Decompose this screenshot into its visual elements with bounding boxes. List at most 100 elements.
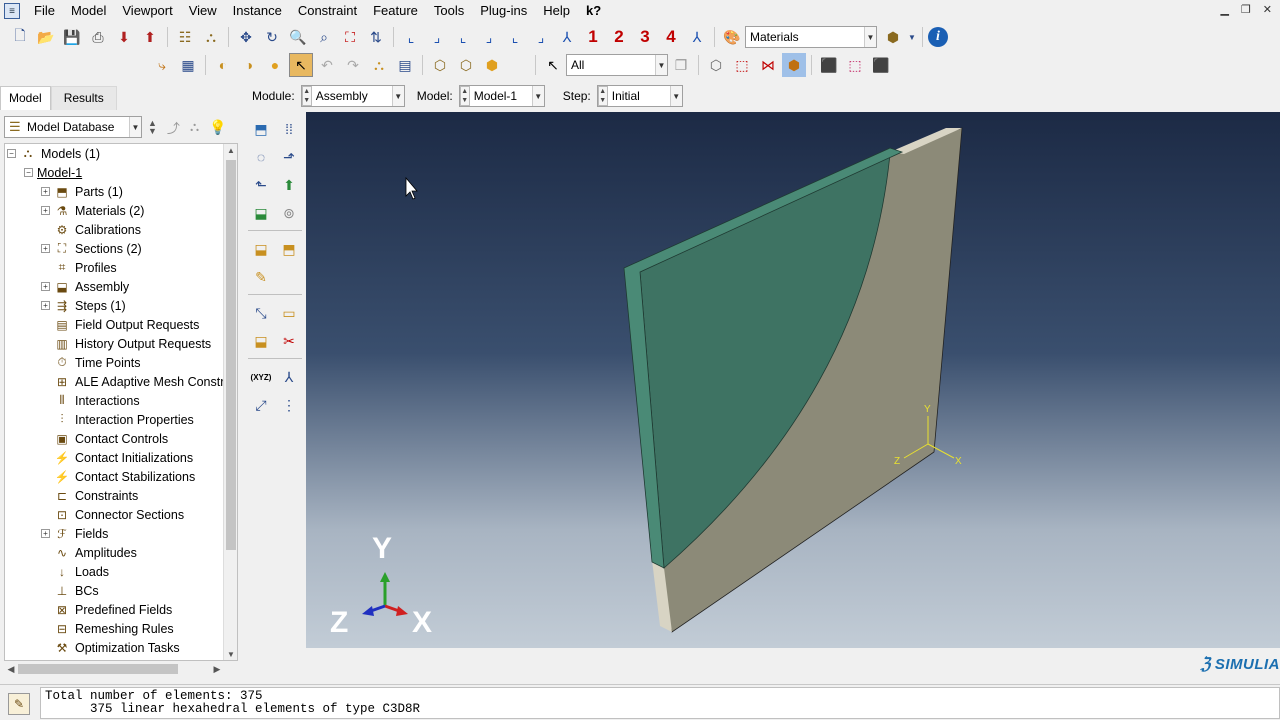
boolean-icon[interactable]: ⊚ xyxy=(276,200,302,226)
model-spinner-icon[interactable]: ▲ ▼ xyxy=(459,86,470,106)
drag-select-icon[interactable]: ⬚ xyxy=(730,53,754,77)
menu-plugins[interactable]: Plug-ins xyxy=(472,0,535,22)
tree-item[interactable]: ⌗ Profiles xyxy=(41,258,117,277)
select-chain-icon[interactable]: ⋈ xyxy=(756,53,780,77)
translate-to-icon[interactable]: ⬆ xyxy=(276,172,302,198)
datum-axis-icon[interactable]: ⤢ xyxy=(248,392,274,418)
tree-item[interactable]: ↓ Loads xyxy=(41,562,109,581)
tree-item[interactable]: ⚡ Contact Stabilizations xyxy=(41,467,196,486)
select-part-icon[interactable]: ⬢ xyxy=(782,53,806,77)
tree-root[interactable]: − ⛬ Models (1) xyxy=(7,144,100,163)
expand-icon[interactable]: + xyxy=(41,301,50,310)
tree-item[interactable]: + ⚗ Materials (2) xyxy=(41,201,144,220)
tree-item[interactable]: ⚡ Contact Initializations xyxy=(41,448,194,467)
display-all-icon[interactable]: ● xyxy=(263,53,287,77)
display-group-replace-icon[interactable]: ◑ xyxy=(237,53,261,77)
chevron-down-icon[interactable]: ▼ xyxy=(669,86,682,106)
expand-icon[interactable]: + xyxy=(41,187,50,196)
menu-constraint[interactable]: Constraint xyxy=(290,0,365,22)
tree-item[interactable]: ⊏ Constraints xyxy=(41,486,138,505)
user-view-3-button[interactable]: 3 xyxy=(633,25,657,49)
merge-cut-icon[interactable]: ⬓ xyxy=(248,200,274,226)
view-yx-icon[interactable]: ⌟ xyxy=(425,25,449,49)
collapse-icon[interactable]: − xyxy=(24,168,33,177)
mesh-cube-icon[interactable]: ⬛ xyxy=(817,53,841,77)
view-yz-icon[interactable]: ⌞ xyxy=(451,25,475,49)
display-group-icon[interactable]: ◐ xyxy=(211,53,235,77)
fit-view-icon[interactable]: ⛶ xyxy=(338,25,362,49)
export-icon[interactable]: ⬆ xyxy=(138,25,162,49)
wireframe-icon[interactable]: ⬡ xyxy=(428,53,452,77)
tab-model[interactable]: Model xyxy=(0,86,51,110)
tree-vertical-scrollbar[interactable]: ▲ ▼ xyxy=(223,144,237,660)
datum-point-icon[interactable]: ⤡ xyxy=(248,300,274,326)
tree-item[interactable]: + ⛶ Sections (2) xyxy=(41,239,142,258)
tree-item[interactable]: + ⬓ Assembly xyxy=(41,277,129,296)
user-view-2-button[interactable]: 2 xyxy=(607,25,631,49)
tree-item[interactable]: ⊡ Connector Sections xyxy=(41,505,184,524)
tree-filter-icon[interactable]: ⛬ xyxy=(367,53,391,77)
create-instance-icon[interactable]: ⬒ xyxy=(248,116,274,142)
user-view-4-button[interactable]: 4 xyxy=(659,25,683,49)
query-icon[interactable]: ⤷ xyxy=(150,53,174,77)
import-icon[interactable]: ⬇ xyxy=(112,25,136,49)
user-view-1-button[interactable]: 1 xyxy=(581,25,605,49)
print-icon[interactable]: ⎙ xyxy=(86,25,110,49)
tree-item[interactable]: + ⇶ Steps (1) xyxy=(41,296,126,315)
tree-item[interactable]: ⫶ Interaction Properties xyxy=(41,410,193,429)
chevron-down-icon[interactable]: ▼ xyxy=(531,86,544,106)
restore-icon[interactable]: ❐ xyxy=(1241,3,1251,16)
tree-list-icon[interactable]: ☷ xyxy=(173,25,197,49)
scroll-thumb[interactable] xyxy=(18,664,178,674)
tree-horizontal-scrollbar[interactable]: ◀ ▶ xyxy=(4,662,224,676)
new-file-icon[interactable]: 🗋 xyxy=(8,25,32,49)
pan-icon[interactable]: ✥ xyxy=(234,25,258,49)
menu-model[interactable]: Model xyxy=(63,0,114,22)
tree-item[interactable]: ▥ History Output Requests xyxy=(41,334,211,353)
view-iso-icon[interactable]: ⅄ xyxy=(555,25,579,49)
menu-viewport[interactable]: Viewport xyxy=(114,0,180,22)
expand-icon[interactable]: + xyxy=(41,244,50,253)
sort-updown-icon[interactable]: ▲ ▼ xyxy=(148,119,157,136)
info-icon[interactable]: i xyxy=(928,27,948,47)
close-icon[interactable]: ✕ xyxy=(1263,3,1272,16)
scroll-left-icon[interactable]: ◀ xyxy=(4,662,18,676)
view-zx-icon[interactable]: ⌞ xyxy=(503,25,527,49)
module-spinner-icon[interactable]: ▲ ▼ xyxy=(301,86,312,106)
datum-csys-rect-icon[interactable]: ⋮ xyxy=(276,392,302,418)
datum-csys-icon[interactable]: ⅄ xyxy=(276,364,302,390)
rotate-icon[interactable]: ↻ xyxy=(260,25,284,49)
app-menu-icon[interactable]: ≡ xyxy=(4,3,20,19)
color-mapping-icon[interactable]: ⬢ xyxy=(881,25,905,49)
step-combo[interactable]: ▲ ▼ Initial ▼ xyxy=(596,85,683,107)
selection-arrow-icon[interactable]: ↖ xyxy=(541,53,565,77)
chevron-down-icon[interactable]: ▼ xyxy=(129,117,141,137)
tree-item[interactable]: ⚒ Optimization Tasks xyxy=(41,638,180,657)
tree-item[interactable]: ⊠ Predefined Fields xyxy=(41,600,172,619)
cycle-view-icon[interactable]: ⇅ xyxy=(364,25,388,49)
chevron-down-icon[interactable]: ▼ xyxy=(391,86,404,106)
redo-icon[interactable]: ↷ xyxy=(341,53,365,77)
view-options-icon[interactable]: ⅄ xyxy=(685,25,709,49)
select-through-icon[interactable]: ⬡ xyxy=(704,53,728,77)
scroll-down-icon[interactable]: ▼ xyxy=(224,648,237,660)
expand-icon[interactable]: + xyxy=(41,529,50,538)
tree-item[interactable]: ⊟ Remeshing Rules xyxy=(41,619,174,638)
view-zy-icon[interactable]: ⌟ xyxy=(477,25,501,49)
chevron-down-icon[interactable]: ▼ xyxy=(655,55,667,75)
database-combo[interactable]: ☰ Model Database ▼ xyxy=(4,116,142,138)
context-help-icon[interactable]: k? xyxy=(578,0,609,22)
module-combo[interactable]: ▲ ▼ Assembly ▼ xyxy=(300,85,405,107)
scroll-up-icon[interactable]: ▲ xyxy=(224,144,237,158)
tree-item[interactable]: ∿ Amplitudes xyxy=(41,543,137,562)
tree-item[interactable]: ⊥ BCs xyxy=(41,581,99,600)
shaded-icon[interactable]: ⬢ xyxy=(480,53,504,77)
datum-plane-icon[interactable]: ▭ xyxy=(276,300,302,326)
tree-item[interactable]: ⚙ Calibrations xyxy=(41,220,141,239)
table-icon[interactable]: ▦ xyxy=(176,53,200,77)
selection-options-icon[interactable]: ❐ xyxy=(669,53,693,77)
linear-pattern-icon[interactable]: ⁞⁞ xyxy=(276,116,302,142)
radial-pattern-icon[interactable]: ◌ xyxy=(248,144,274,170)
menu-view[interactable]: View xyxy=(181,0,225,22)
step-spinner-icon[interactable]: ▲ ▼ xyxy=(597,86,608,106)
